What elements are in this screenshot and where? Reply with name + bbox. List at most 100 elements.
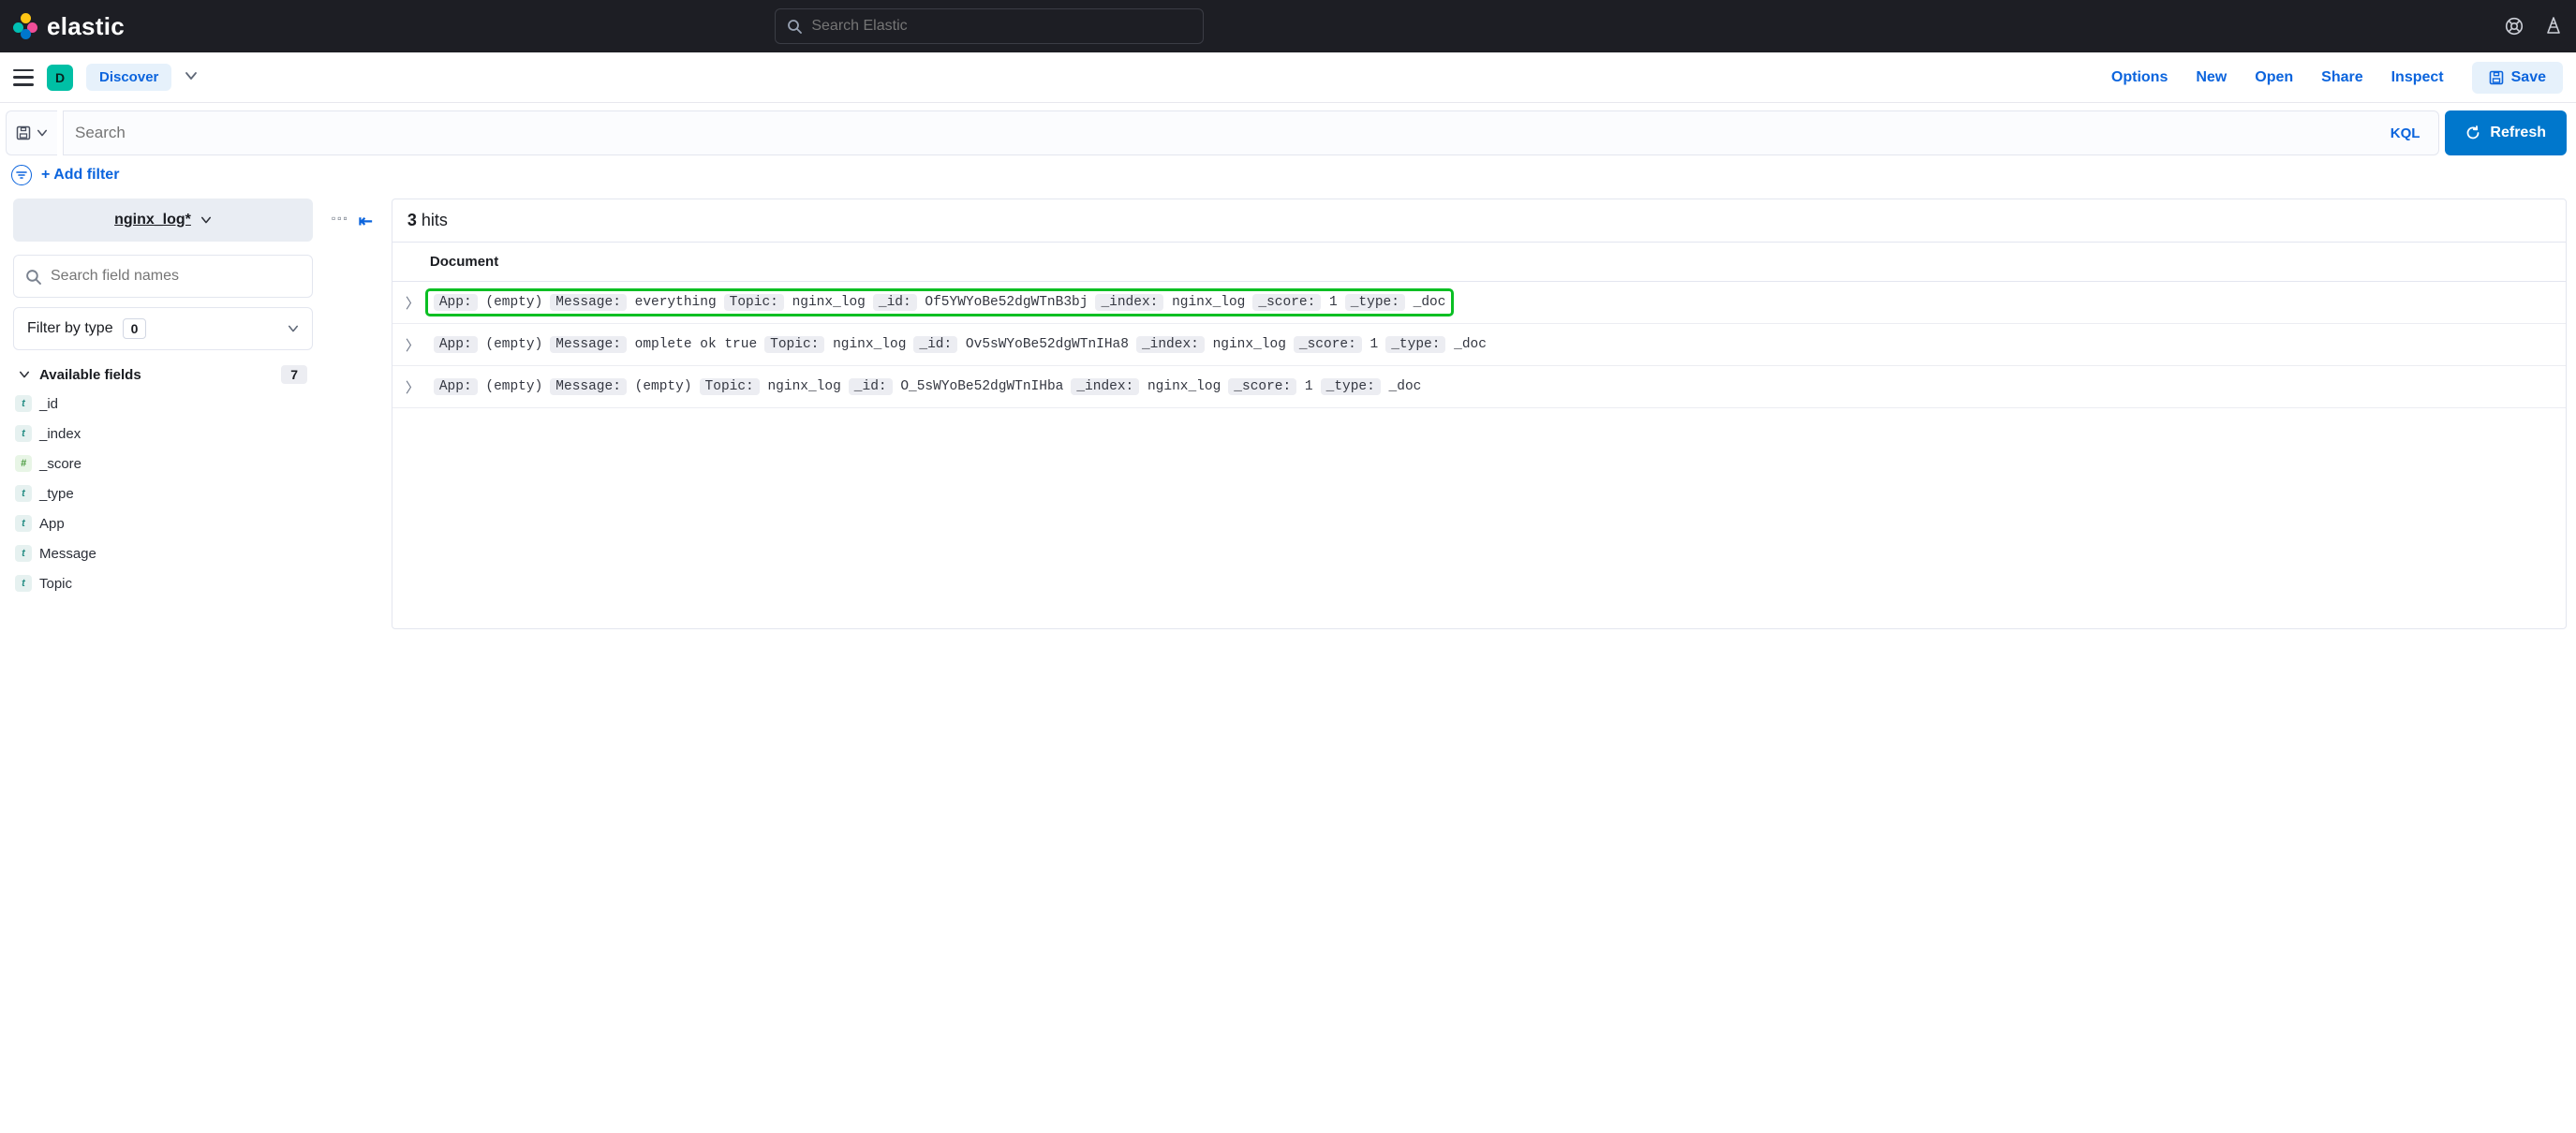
doc-field-key: _index:: [1095, 294, 1163, 311]
save-label: Save: [2511, 69, 2546, 86]
doc-field: _type: _doc: [1345, 295, 1446, 310]
field-name: App: [39, 516, 65, 532]
refresh-icon: [2465, 125, 2480, 140]
doc-field-value: Ov5sWYoBe52dgWTnIHa8: [966, 337, 1129, 352]
save-icon: [2489, 70, 2504, 85]
add-filter-button[interactable]: + Add filter: [41, 167, 119, 184]
doc-field-value: O_5sWYoBe52dgWTnIHba: [900, 379, 1063, 394]
doc-field-key: Topic:: [764, 336, 824, 353]
open-link[interactable]: Open: [2255, 69, 2293, 86]
help-icon[interactable]: [2505, 17, 2524, 36]
global-search: [775, 8, 1204, 44]
field-item[interactable]: tApp: [15, 515, 313, 532]
doc-field-value: Of5YWYoBe52dgWTnB3bj: [925, 295, 1088, 310]
query-input-wrap: KQL: [63, 110, 2439, 155]
doc-field: _id: Of5YWYoBe52dgWTnB3bj: [873, 295, 1088, 310]
query-input[interactable]: [75, 124, 2383, 142]
field-list: t_idt_index#_scoret_typetApptMessagetTop…: [13, 395, 313, 592]
new-link[interactable]: New: [2196, 69, 2227, 86]
hits-label: hits: [422, 211, 448, 229]
disk-icon: [16, 125, 31, 140]
field-name: _index: [39, 426, 81, 442]
app-actions: Options New Open Share Inspect Save: [2111, 62, 2563, 94]
saved-query-menu[interactable]: [6, 110, 57, 155]
field-item[interactable]: tMessage: [15, 545, 313, 562]
app-name-pill[interactable]: Discover: [86, 64, 171, 91]
field-type-icon: t: [15, 485, 32, 502]
filter-by-type[interactable]: Filter by type 0: [13, 307, 313, 350]
query-bar: KQL Refresh: [0, 103, 2576, 155]
share-link[interactable]: Share: [2321, 69, 2362, 86]
global-header: elastic: [0, 0, 2576, 52]
doc-field-value: omplete ok true: [635, 337, 758, 352]
header-right: [2505, 16, 2563, 37]
doc-row: 〉App: (empty)Message: (empty)Topic: ngin…: [392, 366, 2566, 408]
field-search-input[interactable]: [51, 268, 301, 285]
doc-field-value: everything: [635, 295, 717, 310]
chevron-down-icon[interactable]: [185, 69, 198, 85]
doc-field: _id: O_5sWYoBe52dgWTnIHba: [849, 379, 1064, 394]
sidebar: nginx_log* Filter by type 0 Available fi…: [13, 199, 313, 629]
doc-field-value: nginx_log: [792, 295, 866, 310]
chevron-down-icon: [19, 369, 30, 380]
field-item[interactable]: t_id: [15, 395, 313, 412]
nav-toggle-icon[interactable]: [13, 69, 34, 86]
doc-field: _index: nginx_log: [1136, 337, 1286, 352]
expand-row-icon[interactable]: 〉: [406, 377, 419, 397]
doc-field-key: App:: [434, 336, 478, 353]
doc-field-value: nginx_log: [1213, 337, 1286, 352]
expand-row-icon[interactable]: 〉: [406, 293, 419, 313]
chevron-down-icon: [288, 323, 299, 334]
options-link[interactable]: Options: [2111, 69, 2168, 86]
newsfeed-icon[interactable]: [2544, 16, 2563, 37]
doc-field-value: _doc: [1389, 379, 1422, 394]
search-icon: [25, 269, 41, 285]
field-type-icon: t: [15, 395, 32, 412]
field-item[interactable]: #_score: [15, 455, 313, 472]
field-item[interactable]: t_type: [15, 485, 313, 502]
brand-name: elastic: [47, 12, 125, 41]
query-language-toggle[interactable]: KQL: [2383, 125, 2428, 141]
expand-row-icon[interactable]: 〉: [406, 335, 419, 355]
inspect-link[interactable]: Inspect: [2391, 69, 2444, 86]
doc-field-key: _type:: [1385, 336, 1445, 353]
field-stats-icon[interactable]: ▫▫▫: [332, 212, 349, 225]
field-item[interactable]: tTopic: [15, 575, 313, 592]
index-pattern-select[interactable]: nginx_log*: [13, 199, 313, 242]
refresh-label: Refresh: [2490, 125, 2546, 141]
field-type-icon: #: [15, 455, 32, 472]
doc-field: Message: everything: [550, 295, 716, 310]
doc-field-key: _score:: [1252, 294, 1321, 311]
doc-list: 〉 App: (empty) Message: everything Topic: n…: [392, 282, 2566, 408]
doc-field: _type: _doc: [1385, 337, 1487, 352]
collapse-sidebar-icon[interactable]: ⇤: [359, 212, 373, 231]
doc-field: App: (empty): [434, 379, 542, 394]
brand-logo[interactable]: elastic: [13, 12, 125, 41]
doc-field-value: 1: [1370, 337, 1379, 352]
app-header: D Discover Options New Open Share Inspec…: [0, 52, 2576, 103]
filter-options-icon[interactable]: [11, 165, 32, 185]
refresh-button[interactable]: Refresh: [2445, 110, 2567, 155]
doc-field: Topic: nginx_log: [700, 379, 841, 394]
save-button[interactable]: Save: [2472, 62, 2563, 94]
doc-field: App: (empty): [434, 295, 542, 310]
space-avatar[interactable]: D: [47, 65, 73, 91]
field-item[interactable]: t_index: [15, 425, 313, 442]
doc-field-value: 1: [1329, 295, 1338, 310]
doc-field: _score: 1: [1252, 295, 1337, 310]
doc-field: App: (empty): [434, 337, 542, 352]
doc-content: App: (empty)Message: everythingTopic: ng…: [428, 291, 1452, 314]
doc-field-key: _id:: [913, 336, 957, 353]
doc-column-header: Document: [392, 243, 2566, 282]
global-search-input[interactable]: [811, 18, 1192, 35]
field-type-icon: t: [15, 575, 32, 592]
doc-field: Topic: nginx_log: [764, 337, 906, 352]
field-name: Message: [39, 546, 96, 562]
doc-field: _score: 1: [1294, 337, 1378, 352]
hits-bar: 3 hits: [392, 199, 2566, 243]
global-search-box[interactable]: [775, 8, 1204, 44]
doc-field-key: _index:: [1071, 378, 1139, 395]
chevron-down-icon: [200, 214, 212, 226]
index-pattern-name: nginx_log*: [114, 212, 191, 228]
available-fields-header[interactable]: Available fields 7: [13, 365, 313, 384]
